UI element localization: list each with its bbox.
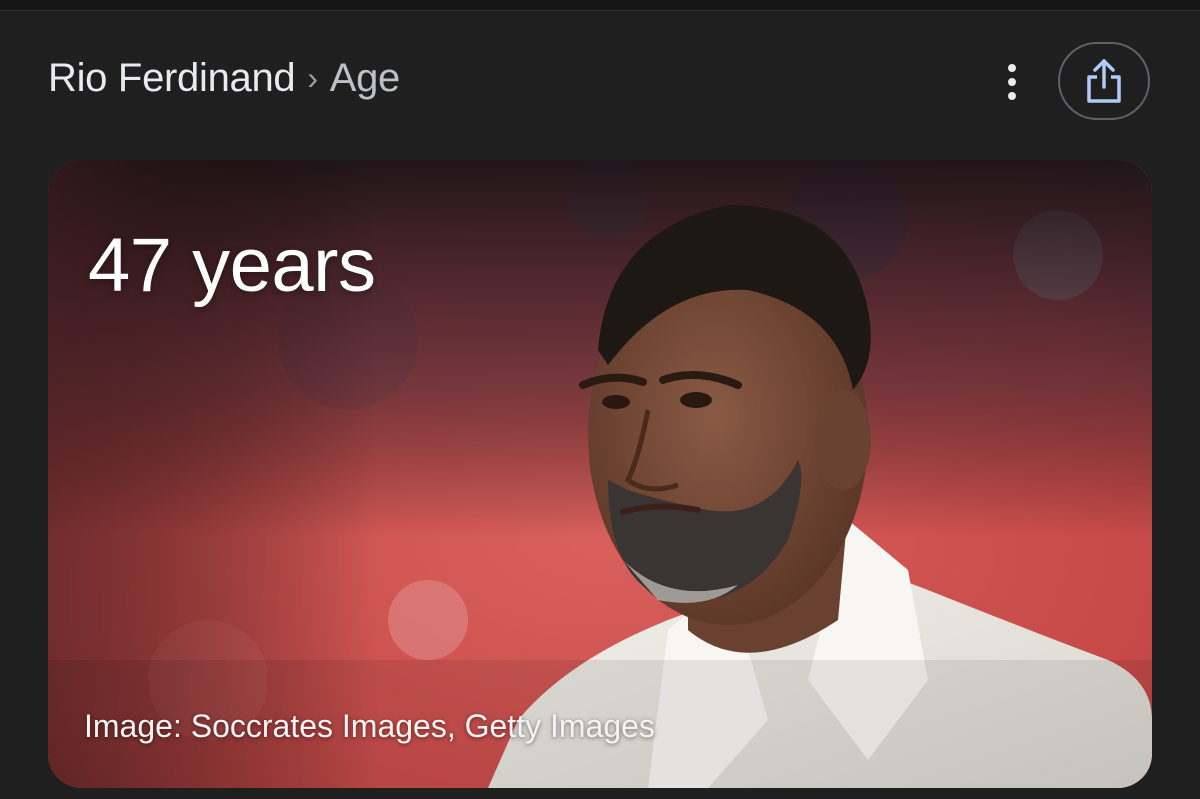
- breadcrumb: Rio Ferdinand › Age: [48, 56, 400, 101]
- more-options-button[interactable]: [992, 60, 1032, 104]
- share-icon: [1087, 59, 1121, 103]
- image-credit: Image: Soccrates Images, Getty Images: [84, 708, 655, 744]
- more-vert-icon-dot: [1008, 78, 1016, 86]
- breadcrumb-attribute: Age: [329, 56, 401, 100]
- age-value: 47 years: [88, 223, 376, 308]
- chevron-right-icon: ›: [307, 60, 318, 96]
- header: Rio Ferdinand › Age: [0, 40, 1200, 120]
- more-vert-icon: [1008, 64, 1016, 72]
- top-divider: [0, 0, 1200, 11]
- share-button[interactable]: [1058, 42, 1150, 120]
- age-card[interactable]: 47 years Image: Soccrates Images, Getty …: [48, 160, 1152, 788]
- breadcrumb-entity[interactable]: Rio Ferdinand: [48, 56, 296, 101]
- more-vert-icon-dot: [1008, 92, 1016, 100]
